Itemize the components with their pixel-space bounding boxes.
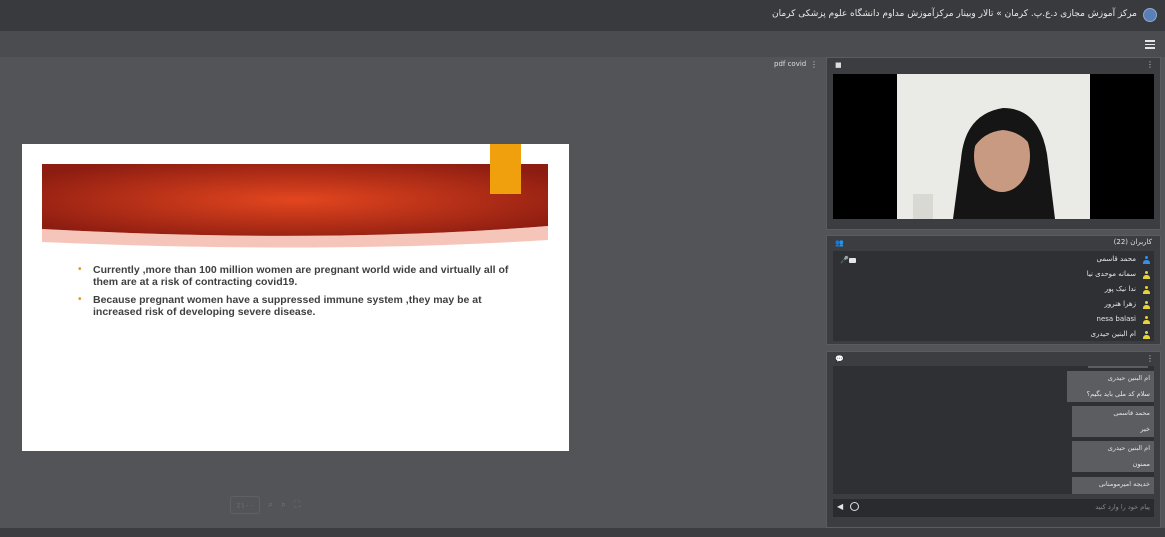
chat-input[interactable]: ◀ پیام خود را وارد کنید [833,499,1154,517]
top-bar: مرکز آموزش مجازی د.ع.پ. کرمان » تالار وب… [0,0,1165,31]
chat-panel: 💬 ⋮ ام البنین حیدری سلام کد ملی باید بگی… [826,351,1161,528]
chat-message: ام البنین حیدری سلام کد ملی باید بگیم؟ [1067,371,1154,402]
slide-banner [42,144,548,248]
chat-icon: 💬 [835,355,844,363]
user-icon [1143,301,1150,309]
user-icon [1143,316,1150,324]
message-text: ممنون [1132,460,1150,468]
chat-messages[interactable]: ام البنین حیدری سلام کد ملی باید بگیم؟ م… [833,366,1154,494]
zoom-level[interactable]: ٪۱۰۰ [230,496,260,514]
slide-bullets: Currently ,more than 100 million women a… [78,264,518,324]
emoji-icon[interactable] [850,502,859,511]
user-row[interactable]: ام البنین حیدری [833,328,1154,343]
hamburger-menu-icon[interactable] [1145,40,1155,49]
slide-bullet: Currently ,more than 100 million women a… [78,264,518,288]
presentation-menu-icon[interactable]: ⋮ [810,60,818,69]
slide-bullet: Because pregnant women have a suppressed… [78,294,518,318]
page-title: مرکز آموزش مجازی د.ع.پ. کرمان » تالار وب… [771,9,1137,19]
mic-icon: 🎤 [840,256,849,264]
sidebar: ■ ⋮ 👥 کاربران (22) 🎤 محمد قاسمی سمانه مو… [826,57,1161,528]
video-panel: ■ ⋮ [826,57,1161,230]
user-icon [1143,331,1150,339]
user-name: ام البنین حیدری [1090,330,1136,338]
previous-message-edge [1088,366,1148,368]
user-row[interactable]: زهرا هنرور [833,298,1154,313]
message-sender: خدیجه امیرمومنانی [1098,480,1150,488]
user-name: محمد قاسمی [1096,255,1136,263]
chat-message: خدیجه امیرمومنانی [1072,477,1154,494]
user-icon [1143,271,1150,279]
message-sender: ام البنین حیدری [1107,444,1150,452]
logo-icon [1143,8,1157,22]
user-name: زهرا هنرور [1104,300,1136,308]
presentation-panel: pdf covid ⋮ Currently ,more than 100 mil… [0,57,822,528]
message-sender: ام البنین حیدری [1107,374,1150,382]
zoom-controls: ٪۱۰۰ ⌕ ⌕ ⛶ [230,495,300,515]
bottom-bar [0,528,1165,537]
chat-input-placeholder: پیام خود را وارد کنید [1095,503,1150,511]
camera-icon: ■ [835,61,842,69]
user-row[interactable]: nesa balasi [833,313,1154,328]
user-name: سمانه موحدی نیا [1086,270,1136,278]
chat-message: ام البنین حیدری ممنون [1072,441,1154,472]
user-icon [1143,256,1150,264]
users-title: کاربران (22) [1113,238,1152,246]
video-icon [849,258,856,263]
video-feed [833,74,1154,219]
toolbar [0,31,1165,57]
fit-screen-icon[interactable]: ⛶ [294,500,300,510]
users-list: 🎤 محمد قاسمی سمانه موحدی نیا ندا نیک پور… [833,251,1154,341]
user-row[interactable]: 🎤 محمد قاسمی [833,253,1154,268]
users-icon: 👥 [835,239,844,247]
message-text: سلام کد ملی باید بگیم؟ [1086,390,1150,398]
presentation-file-label: pdf covid [774,60,807,68]
zoom-in-icon[interactable]: ⌕ [268,500,273,510]
message-text: خیر [1140,425,1150,433]
chat-message: محمد قاسمی خیر [1072,406,1154,437]
speaker-video-image [833,74,1154,219]
chat-menu-icon[interactable]: ⋮ [1146,354,1154,363]
user-name: nesa balasi [1096,315,1136,323]
user-icon [1143,286,1150,294]
zoom-out-icon[interactable]: ⌕ [281,500,286,510]
message-sender: محمد قاسمی [1113,409,1150,417]
user-row[interactable]: سمانه موحدی نیا [833,268,1154,283]
users-panel: 👥 کاربران (22) 🎤 محمد قاسمی سمانه موحدی … [826,235,1161,345]
send-icon[interactable]: ◀ [837,502,843,511]
user-row[interactable]: ندا نیک پور [833,283,1154,298]
user-name: ندا نیک پور [1104,285,1136,293]
video-menu-icon[interactable]: ⋮ [1146,60,1154,69]
presentation-slide: Currently ,more than 100 million women a… [22,144,569,451]
